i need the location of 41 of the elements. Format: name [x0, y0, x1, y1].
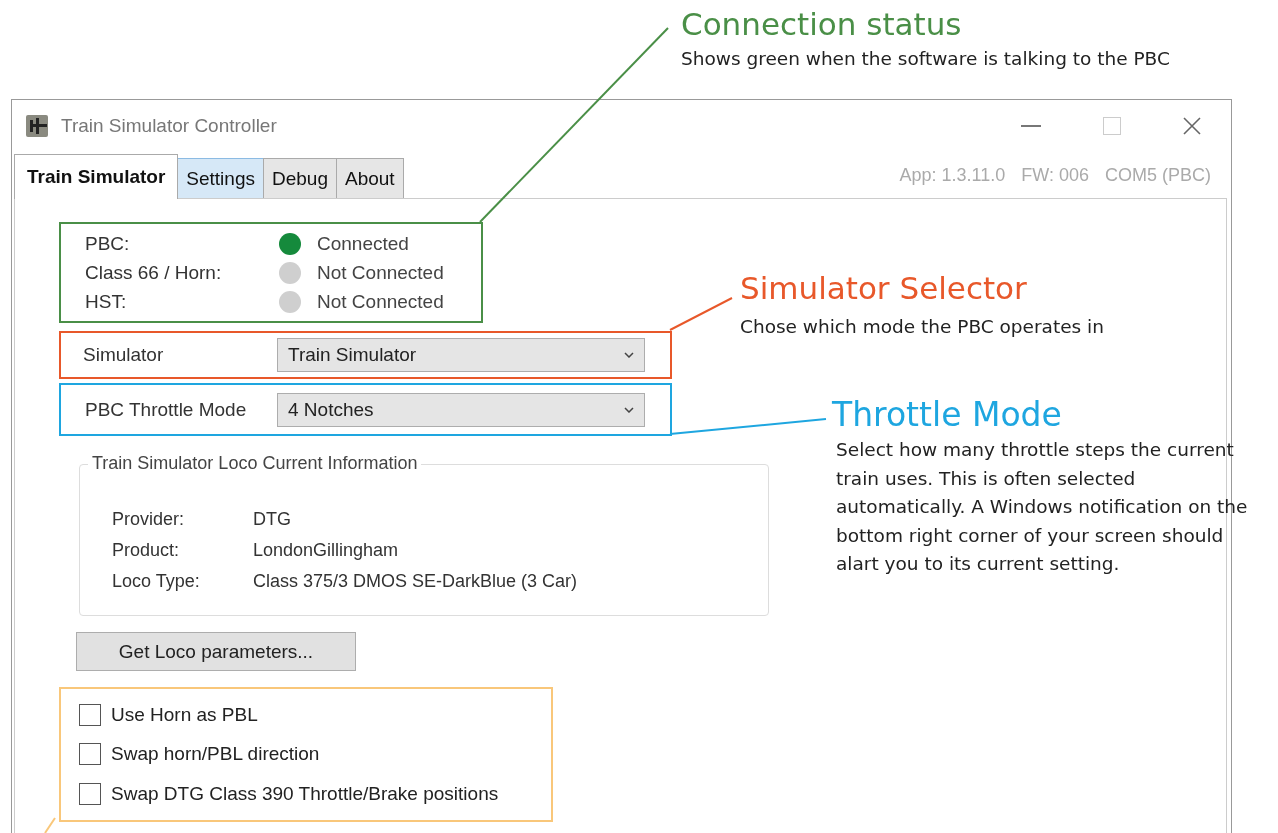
version-info: COM5 (PBC) — [1105, 164, 1211, 186]
connection-status: Connected — [317, 232, 410, 255]
info-label: Loco Type: — [112, 571, 201, 592]
info-value: Class 375/3 DMOS SE-DarkBlue (3 Car) — [253, 571, 579, 592]
info-value: LondonGillingham — [253, 540, 400, 561]
callout-text: Select how many throttle steps the current train uses. This is often selected automatically. A Windows notification on the bottom right corner of your screen should alart you to its current setting. — [836, 438, 1249, 576]
callout-text: Shows green when the software is talking to the PBC — [681, 47, 1170, 71]
chevron-down-icon — [624, 406, 634, 413]
info-label: Provider: — [112, 509, 186, 530]
checkbox-label[interactable]: Swap horn/PBL direction — [111, 743, 320, 766]
info-value: DTG — [253, 509, 292, 530]
connection-label: PBC: — [85, 232, 131, 255]
window-title: Train Simulator Controller — [61, 115, 277, 137]
app-icon — [25, 114, 49, 138]
close-icon[interactable] — [1183, 117, 1201, 135]
tab[interactable]: Train Simulator — [14, 154, 179, 199]
chevron-down-icon — [624, 352, 634, 358]
callout-text: Chose which mode the PBC operates in — [740, 315, 1104, 339]
checkbox[interactable] — [79, 743, 101, 766]
checkbox-label[interactable]: Use Horn as PBL — [111, 703, 258, 726]
callout-title: Simulator Selector — [740, 269, 1028, 308]
connection-label: Class 66 / Horn: — [85, 261, 223, 284]
checkbox-label[interactable]: Swap DTG Class 390 Throttle/Brake positions — [111, 783, 499, 806]
version-info: App: 1.3.11.0 — [899, 164, 1006, 186]
field-label: PBC Throttle Mode — [85, 398, 248, 421]
callout-title: Connection status — [681, 5, 963, 44]
checkbox[interactable] — [79, 783, 101, 806]
simulator-dropdown[interactable]: Train Simulator — [277, 338, 645, 372]
version-info: FW: 006 — [1021, 164, 1089, 186]
field-label: Simulator — [83, 344, 165, 366]
connection-status: Not Connected — [317, 261, 445, 284]
throttle-mode-dropdown[interactable]: 4 Notches — [277, 392, 645, 427]
get-loco-parameters-button[interactable]: Get Loco parameters... — [76, 632, 356, 671]
callout-title: Throttle Mode — [832, 394, 1063, 436]
tab[interactable]: Settings — [177, 158, 264, 198]
tab[interactable]: About — [335, 158, 404, 198]
connection-label: HST: — [85, 290, 128, 313]
info-label: Product: — [112, 540, 181, 561]
tab[interactable]: Debug — [262, 158, 337, 198]
connection-status: Not Connected — [317, 290, 445, 313]
checkbox[interactable] — [79, 703, 101, 726]
